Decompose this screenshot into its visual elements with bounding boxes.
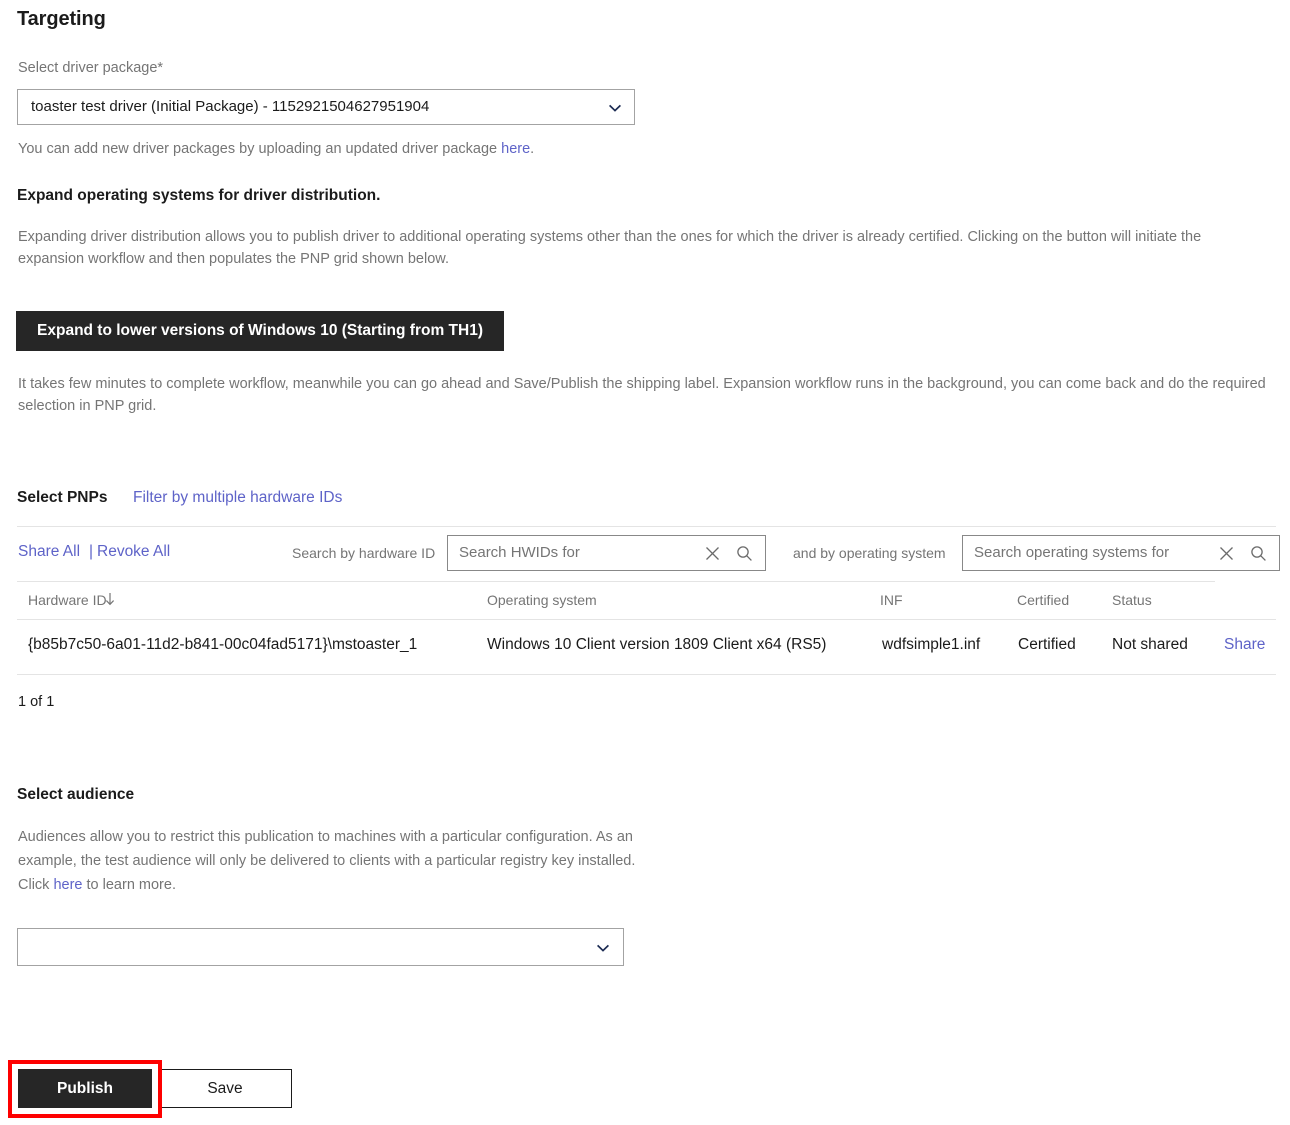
table-row: Certified: [1018, 636, 1076, 653]
grid-header-divider: [17, 581, 1215, 582]
sort-descending-arrow-icon[interactable]: [104, 592, 116, 607]
column-header-certified[interactable]: Certified: [1017, 592, 1069, 608]
share-all-link[interactable]: Share All: [18, 543, 80, 561]
save-button[interactable]: Save: [158, 1069, 292, 1108]
expand-to-lower-versions-button[interactable]: Expand to lower versions of Windows 10 (…: [16, 311, 504, 351]
search-os-input[interactable]: [974, 536, 1204, 570]
chevron-down-icon: [596, 941, 610, 955]
column-header-inf[interactable]: INF: [880, 592, 903, 608]
search-icon[interactable]: [1250, 545, 1267, 562]
grid-row-top-divider: [17, 619, 1276, 620]
filter-by-multiple-hardware-ids-link[interactable]: Filter by multiple hardware IDs: [133, 489, 342, 507]
driver-help-text-before: You can add new driver packages by uploa…: [18, 141, 502, 157]
audience-desc-after: to learn more.: [82, 877, 176, 893]
column-header-status[interactable]: Status: [1112, 592, 1152, 608]
clear-icon[interactable]: [1218, 545, 1235, 562]
status-badge: Not shared: [1112, 636, 1188, 653]
expand-section-note: It takes few minutes to complete workflo…: [18, 376, 1266, 414]
audience-select[interactable]: [17, 928, 624, 966]
expand-section-description: Expanding driver distribution allows you…: [18, 229, 1202, 267]
select-audience-description: Audiences allow you to restrict this pub…: [18, 825, 638, 897]
driver-package-label: Select driver package*: [18, 60, 164, 76]
search-by-operating-system-label: and by operating system: [793, 545, 946, 561]
expand-section-heading: Expand operating systems for driver dist…: [17, 187, 381, 204]
search-by-hardware-id-label: Search by hardware ID: [292, 545, 436, 561]
chevron-down-icon: [608, 101, 622, 115]
publish-button[interactable]: Publish: [18, 1069, 152, 1108]
share-row-link[interactable]: Share: [1224, 636, 1265, 654]
driver-help-text-after: .: [530, 141, 535, 157]
table-row: wdfsimple1.inf: [882, 636, 981, 653]
search-hwid-input[interactable]: [459, 536, 689, 570]
driver-package-selected-value: toaster test driver (Initial Package) - …: [31, 98, 430, 115]
table-row: Windows 10 Client version 1809 Client x6…: [487, 636, 827, 653]
driver-package-select[interactable]: toaster test driver (Initial Package) - …: [17, 89, 635, 125]
grid-row-bottom-divider: [17, 674, 1276, 675]
driver-package-help-text: You can add new driver packages by uploa…: [18, 141, 534, 157]
column-header-operating-system[interactable]: Operating system: [487, 592, 597, 608]
search-icon[interactable]: [736, 545, 753, 562]
clear-icon[interactable]: [704, 545, 721, 562]
revoke-all-link[interactable]: Revoke All: [97, 543, 170, 561]
grid-top-divider: [17, 526, 1276, 527]
grid-result-count: 1 of 1: [18, 694, 55, 710]
search-os-box[interactable]: [962, 535, 1280, 571]
targeting-page: Targeting Select driver package* toaster…: [0, 0, 1290, 1125]
column-header-hardware-id[interactable]: Hardware ID: [28, 592, 107, 608]
select-audience-heading: Select audience: [17, 786, 135, 803]
page-title: Targeting: [17, 8, 106, 30]
driver-package-upload-link[interactable]: here: [501, 141, 530, 157]
select-pnps-heading: Select PNPs: [17, 489, 108, 506]
audience-learn-more-link[interactable]: here: [53, 877, 82, 893]
table-row: {b85b7c50-6a01-11d2-b841-00c04fad5171}\m…: [28, 636, 418, 653]
search-hwid-box[interactable]: [447, 535, 766, 571]
share-revoke-separator: |: [89, 543, 94, 560]
